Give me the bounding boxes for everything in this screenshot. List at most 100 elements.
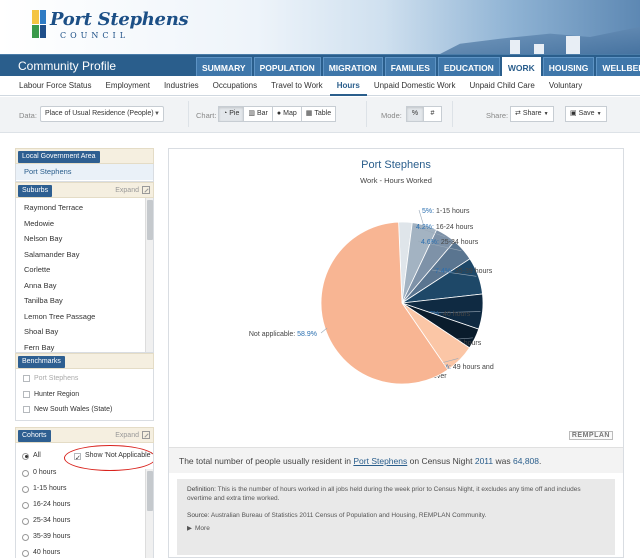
save-button[interactable]: ▣ Save ▼ bbox=[565, 106, 607, 122]
floppy-disk-icon: ▣ bbox=[570, 110, 577, 117]
cohort-item[interactable]: 40 hours bbox=[16, 545, 153, 558]
pie-slice-label: 5%: 1-15 hours bbox=[422, 208, 470, 215]
suburbs-expand-button[interactable]: Expand bbox=[115, 186, 150, 194]
logo-name[interactable]: Port Stephens bbox=[50, 9, 189, 30]
sub-navigation: Labour Force Status Employment Industrie… bbox=[0, 76, 640, 96]
radio-button[interactable] bbox=[22, 501, 29, 509]
chart-pie-label: Pie bbox=[229, 110, 240, 117]
summary-text: The total number of people usually resid… bbox=[169, 447, 623, 473]
mode-percent-button[interactable]: % bbox=[406, 106, 424, 122]
radio-button[interactable] bbox=[22, 485, 29, 493]
suburb-item[interactable]: Salamander Bay bbox=[16, 247, 153, 263]
more-button[interactable]: ▶ More bbox=[187, 524, 210, 533]
scrollbar-thumb[interactable] bbox=[147, 200, 153, 240]
suburb-item[interactable]: Lemon Tree Passage bbox=[16, 309, 153, 325]
subnav-employment[interactable]: Employment bbox=[98, 76, 156, 96]
tab-housing[interactable]: HOUSING bbox=[542, 57, 595, 77]
lga-item-port-stephens[interactable]: Port Stephens bbox=[16, 164, 153, 180]
chart-pie-button[interactable]: ◔ Pie bbox=[218, 106, 245, 122]
tab-families[interactable]: FAMILIES bbox=[384, 57, 436, 77]
share-button[interactable]: ⇄ Share ▼ bbox=[510, 106, 554, 122]
map-pin-icon: ● bbox=[276, 110, 282, 117]
data-select-value: Place of Usual Residence (People) bbox=[45, 110, 154, 117]
cohorts-list[interactable]: All Show 'Not Applicable' 0 hours 1-15 h… bbox=[15, 443, 154, 558]
suburb-item[interactable]: Fern Bay bbox=[16, 340, 153, 353]
suburb-item[interactable]: Raymond Terrace bbox=[16, 200, 153, 216]
subnav-unpaid-domestic-work[interactable]: Unpaid Domestic Work bbox=[367, 76, 463, 96]
chart-bar-button[interactable]: ▥ Bar bbox=[244, 106, 273, 122]
summary-middle: on Census Night bbox=[409, 456, 473, 466]
subnav-travel-to-work[interactable]: Travel to Work bbox=[264, 76, 330, 96]
checkbox[interactable] bbox=[23, 390, 30, 398]
scrollbar-thumb[interactable] bbox=[147, 471, 153, 511]
cohort-item[interactable]: 35-39 hours bbox=[16, 529, 153, 545]
pie-slice-label: Not applicable: 58.9% bbox=[249, 331, 317, 338]
mode-label: Mode: bbox=[381, 111, 402, 120]
lga-panel-header: Local Government Area bbox=[15, 148, 154, 164]
subnav-voluntary[interactable]: Voluntary bbox=[542, 76, 589, 96]
suburb-item[interactable]: Corlette bbox=[16, 262, 153, 278]
definition-paragraph: Definition: This is the number of hours … bbox=[187, 485, 605, 503]
site-title[interactable]: Community Profile bbox=[18, 59, 116, 73]
pie-chart[interactable]: 5%: 1-15 hours 4.2%: 16-24 hours 4.6%: 25-… bbox=[169, 149, 623, 441]
suburb-item[interactable]: Anna Bay bbox=[16, 278, 153, 294]
radio-button[interactable] bbox=[22, 469, 29, 477]
share-label: Share: bbox=[486, 111, 509, 120]
cohorts-scrollbar[interactable] bbox=[145, 469, 153, 558]
chart-map-button[interactable]: ● Map bbox=[272, 106, 302, 122]
cohorts-panel-header: Cohorts Expand bbox=[15, 427, 154, 443]
cohort-item[interactable]: 16-24 hours bbox=[16, 497, 153, 513]
tab-summary[interactable]: SUMMARY bbox=[196, 57, 252, 77]
suburb-item[interactable]: Shoal Bay bbox=[16, 324, 153, 340]
checkbox bbox=[23, 375, 30, 383]
suburbs-list[interactable]: Raymond Terrace Medowie Nelson Bay Salam… bbox=[15, 198, 154, 353]
chart-area: Port Stephens Work - Hours Worked 5%: 1-… bbox=[169, 149, 623, 441]
tab-work[interactable]: WORK bbox=[501, 57, 541, 77]
checkbox[interactable] bbox=[23, 406, 30, 414]
subnav-hours[interactable]: Hours bbox=[329, 76, 367, 96]
cohorts-expand-button[interactable]: Expand bbox=[115, 431, 150, 439]
summary-place-link[interactable]: Port Stephens bbox=[353, 456, 407, 466]
tab-wellbeing[interactable]: WELLBEING bbox=[596, 57, 640, 77]
chart-bar-label: Bar bbox=[256, 110, 268, 117]
tab-population[interactable]: POPULATION bbox=[253, 57, 321, 77]
cohort-item[interactable]: 1-15 hours bbox=[16, 481, 153, 497]
suburbs-panel-header: Suburbs Expand bbox=[15, 182, 154, 198]
benchmark-label: Hunter Region bbox=[34, 390, 80, 398]
mode-count-button[interactable]: # bbox=[424, 106, 442, 122]
tab-migration[interactable]: MIGRATION bbox=[322, 57, 383, 77]
toolbar-divider bbox=[188, 101, 189, 127]
suburbs-scrollbar[interactable] bbox=[145, 198, 153, 352]
play-triangle-icon: ▶ bbox=[187, 525, 192, 532]
subnav-occupations[interactable]: Occupations bbox=[206, 76, 264, 96]
banner-photo-building bbox=[566, 36, 580, 54]
chevron-down-icon: ▼ bbox=[543, 111, 549, 117]
subnav-industries[interactable]: Industries bbox=[157, 76, 206, 96]
cohort-all-label: All bbox=[33, 452, 41, 459]
benchmarks-list: Port Stephens Hunter Region New South Wa… bbox=[15, 369, 154, 421]
tab-education[interactable]: EDUCATION bbox=[437, 57, 500, 77]
data-select[interactable]: Place of Usual Residence (People) ▼ bbox=[40, 106, 164, 122]
summary-year: 2011 bbox=[474, 456, 494, 466]
suburb-item[interactable]: Tanilba Bay bbox=[16, 293, 153, 309]
cohort-label: 25-34 hours bbox=[33, 517, 71, 524]
cohort-label: 1-15 hours bbox=[33, 485, 67, 492]
highlight-annotation-oval bbox=[64, 445, 153, 471]
expand-icon bbox=[142, 186, 150, 194]
benchmark-item[interactable]: Hunter Region bbox=[16, 387, 153, 403]
cohort-all-option[interactable]: All bbox=[16, 448, 41, 464]
subnav-unpaid-child-care[interactable]: Unpaid Child Care bbox=[462, 76, 541, 96]
chart-table-button[interactable]: ▦ Table bbox=[301, 106, 337, 122]
radio-button[interactable] bbox=[22, 452, 29, 460]
council-logo-icon[interactable] bbox=[32, 10, 46, 38]
suburb-item[interactable]: Medowie bbox=[16, 216, 153, 232]
pie-slice-label: 4.2%: 16-24 hours bbox=[416, 224, 474, 231]
suburb-item[interactable]: Nelson Bay bbox=[16, 231, 153, 247]
radio-button[interactable] bbox=[22, 533, 29, 541]
cohort-item[interactable]: 25-34 hours bbox=[16, 513, 153, 529]
radio-button[interactable] bbox=[22, 549, 29, 557]
subnav-labour-force-status[interactable]: Labour Force Status bbox=[19, 76, 98, 96]
remplan-logo: REMPLAN bbox=[568, 431, 613, 440]
radio-button[interactable] bbox=[22, 517, 29, 525]
benchmark-item[interactable]: New South Wales (State) bbox=[16, 402, 153, 418]
